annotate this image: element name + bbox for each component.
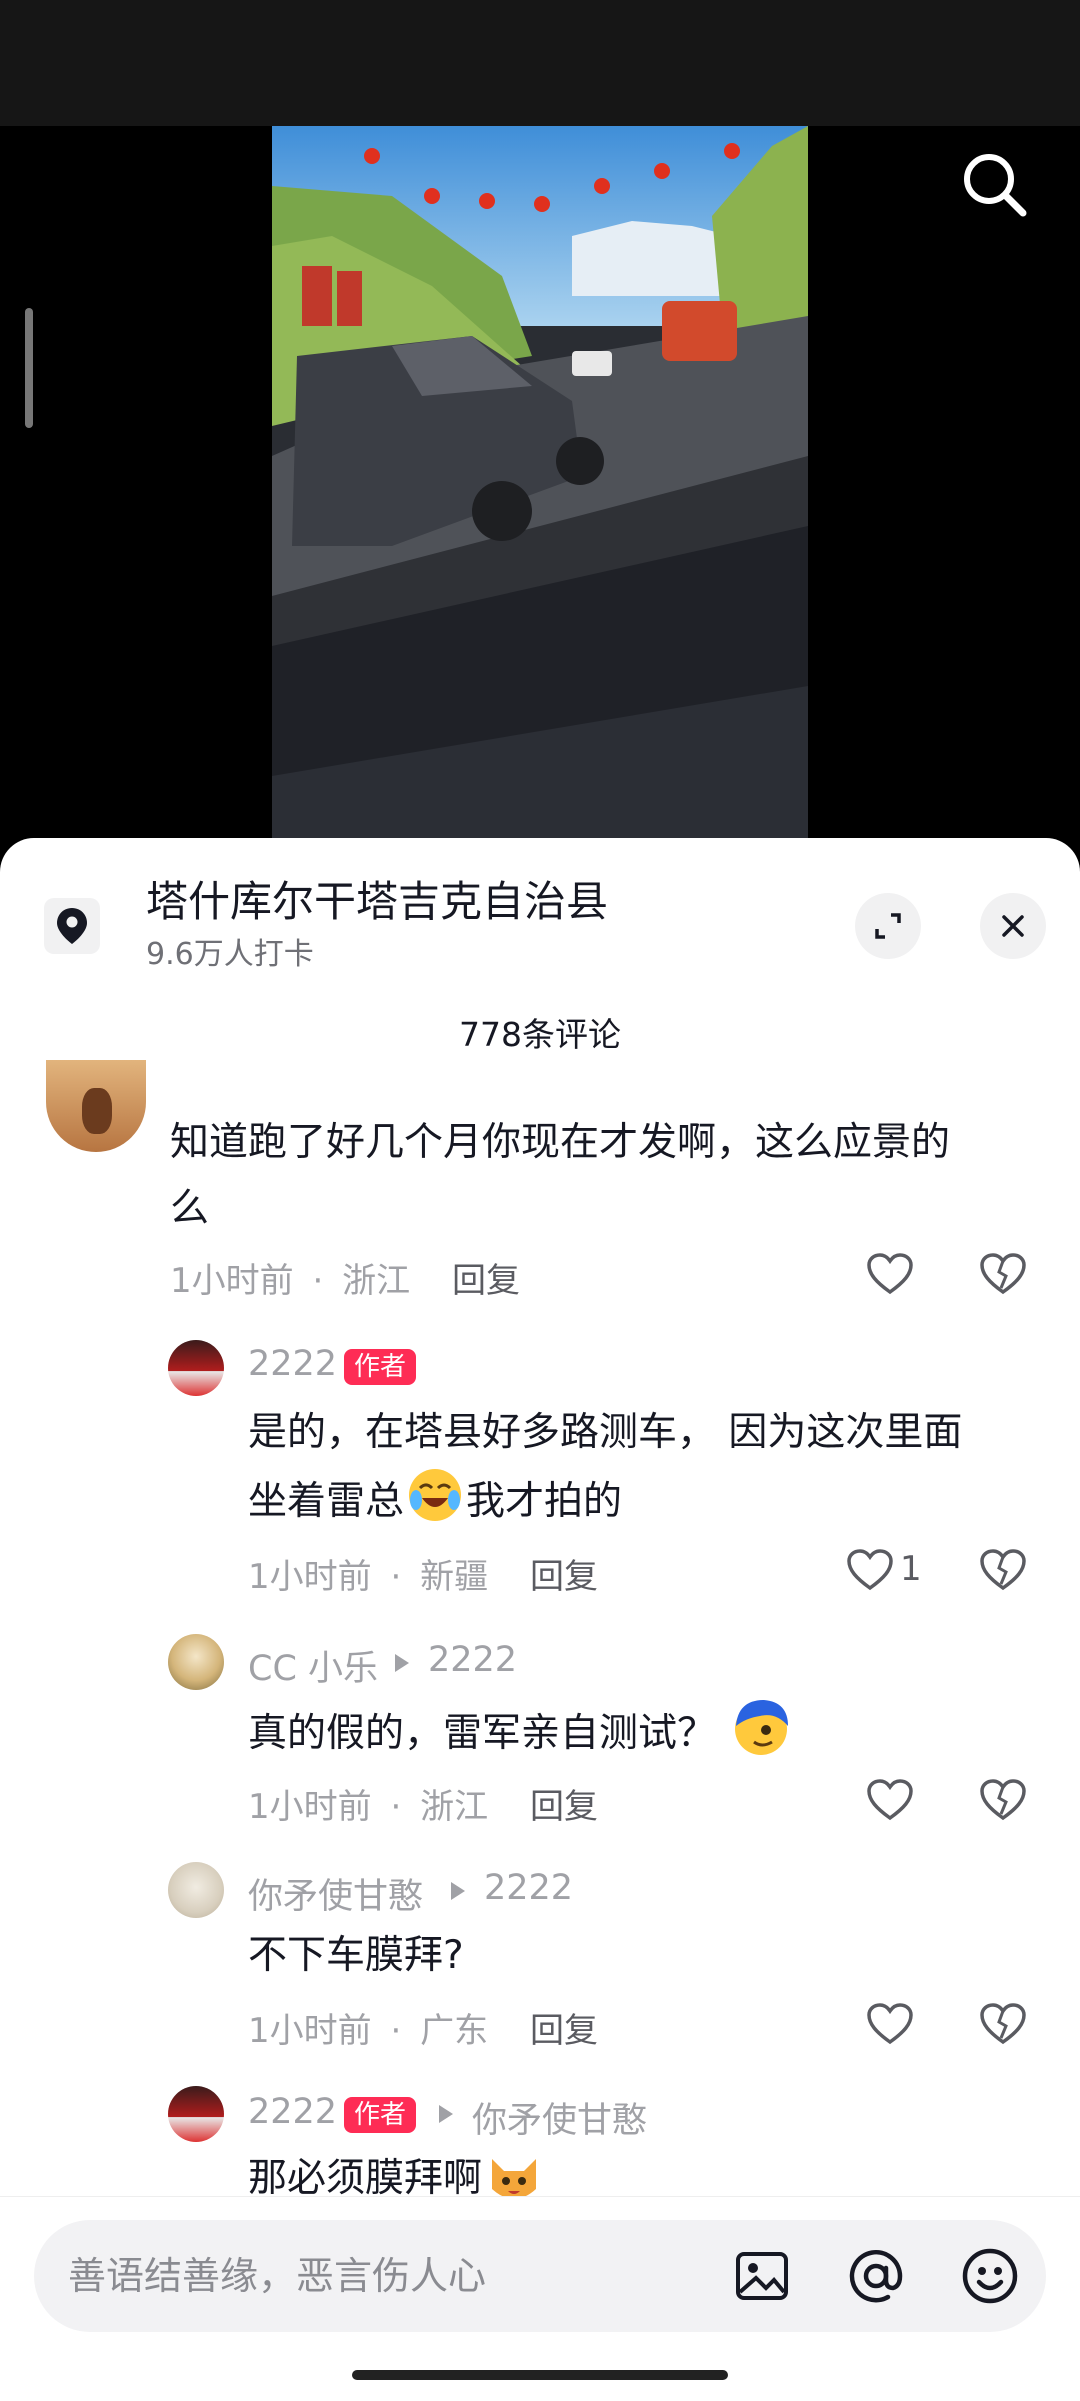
- comment-meta: 1小时前 · 浙江: [170, 1253, 410, 1302]
- reply-text-part: 真的假的，雷军亲自测试？: [248, 1711, 717, 1756]
- reply-author-name[interactable]: CC 小乐: [248, 1640, 378, 1691]
- location-checkins: 9.6万人打卡: [146, 937, 314, 972]
- comment-text: 知道跑了好几个月你现在才发啊，这么应景的: [170, 1120, 951, 1165]
- reply-author-name[interactable]: 2222: [248, 1344, 337, 1384]
- video-player[interactable]: [272, 126, 808, 844]
- broken-heart-icon: [980, 1253, 1026, 1295]
- reply-button[interactable]: 回复: [452, 1253, 520, 1302]
- reply-to-name[interactable]: 2222: [428, 1640, 517, 1680]
- close-icon: [1002, 915, 1024, 937]
- reply-region: 浙江: [420, 1787, 489, 1827]
- blue-hair-emoji-icon: [730, 1696, 792, 1758]
- comment-region: 浙江: [342, 1261, 411, 1301]
- side-drag-handle[interactable]: [25, 308, 33, 428]
- avatar[interactable]: [168, 2086, 224, 2142]
- comment-input-placeholder[interactable]: 善语结善缘，恶言伤人心: [68, 2249, 486, 2303]
- heart-icon: [847, 1549, 893, 1591]
- dislike-button[interactable]: [979, 2002, 1027, 2050]
- image-icon: [736, 2252, 788, 2300]
- broken-heart-icon: [980, 1549, 1026, 1591]
- close-button[interactable]: [980, 893, 1046, 959]
- reply-region: 新疆: [420, 1557, 489, 1597]
- reply-text: 不下车膜拜?: [248, 1933, 464, 1978]
- reply-text-part: 坐着雷总: [248, 1479, 405, 1524]
- reply-text-part: 那必须膜拜啊: [248, 2156, 483, 2201]
- reply-to-name[interactable]: 你矛使甘憨: [472, 2092, 647, 2143]
- meta-separator: ·: [312, 1261, 324, 1301]
- dislike-button[interactable]: [979, 1252, 1027, 1300]
- at-sign-icon: [849, 2249, 903, 2303]
- like-button[interactable]: [866, 2002, 914, 2050]
- avatar[interactable]: [168, 1634, 224, 1690]
- like-count: 1: [900, 1549, 922, 1589]
- reply-text: 真的假的，雷军亲自测试？: [248, 1696, 792, 1767]
- heart-icon: [867, 1779, 913, 1821]
- like-button[interactable]: [866, 1252, 914, 1300]
- location-pin-icon: [57, 908, 87, 944]
- video-frame-illustration: [272, 126, 808, 844]
- reply-button[interactable]: 回复: [530, 1779, 598, 1828]
- dislike-button[interactable]: [979, 1778, 1027, 1826]
- crying-laughing-emoji-icon: [406, 1466, 464, 1524]
- meta-separator: ·: [390, 2011, 402, 2051]
- reply-text: 是的，在塔县好多路测车， 因为这次里面: [248, 1410, 963, 1455]
- heart-icon: [867, 2003, 913, 2045]
- expand-button[interactable]: [855, 893, 921, 959]
- cat-emoji-icon: [484, 2149, 544, 2199]
- reply-arrow-icon: [392, 1652, 412, 1678]
- author-badge: 作者: [344, 1349, 417, 1385]
- reply-button[interactable]: 回复: [530, 2003, 598, 2052]
- comment-time: 1小时前: [170, 1261, 294, 1301]
- location-title[interactable]: 塔什库尔干塔吉克自治县: [146, 872, 608, 932]
- reply-meta: 1小时前 · 广东: [248, 2003, 488, 2052]
- reply-time: 1小时前: [248, 2011, 372, 2051]
- like-button[interactable]: [846, 1548, 894, 1596]
- broken-heart-icon: [980, 2003, 1026, 2045]
- home-indicator[interactable]: [352, 2370, 728, 2380]
- search-icon: [964, 154, 1027, 217]
- search-button[interactable]: [955, 145, 1035, 225]
- reply-region: 广东: [420, 2011, 489, 2051]
- meta-separator: ·: [390, 1557, 402, 1597]
- like-button[interactable]: [866, 1778, 914, 1826]
- reply-time: 1小时前: [248, 1557, 372, 1597]
- broken-heart-icon: [980, 1779, 1026, 1821]
- reply-arrow-icon: [448, 1880, 468, 1906]
- comments-count: 778条评论: [459, 1015, 621, 1054]
- author-badge: 作者: [344, 2097, 417, 2133]
- reply-text-part: 我才拍的: [466, 1479, 623, 1524]
- heart-icon: [867, 1253, 913, 1295]
- avatar[interactable]: [168, 1862, 224, 1918]
- emoji-button[interactable]: [960, 2246, 1020, 2310]
- status-bar-area: [0, 0, 1080, 126]
- image-button[interactable]: [732, 2246, 792, 2310]
- mention-button[interactable]: [846, 2246, 906, 2310]
- dislike-button[interactable]: [979, 1548, 1027, 1596]
- meta-separator: ·: [390, 1787, 402, 1827]
- location-badge[interactable]: [44, 898, 100, 954]
- reply-author-name[interactable]: 2222: [248, 2092, 337, 2132]
- reply-meta: 1小时前 · 浙江: [248, 1779, 488, 1828]
- expand-icon: [875, 913, 901, 939]
- comment-text-continued: 么: [170, 1186, 210, 1231]
- reply-button[interactable]: 回复: [530, 1549, 598, 1598]
- reply-to-name[interactable]: 2222: [484, 1868, 573, 1908]
- reply-text-continued: 坐着雷总 我才拍的: [248, 1466, 622, 1535]
- reply-time: 1小时前: [248, 1787, 372, 1827]
- reply-meta: 1小时前 · 新疆: [248, 1549, 488, 1598]
- avatar[interactable]: [168, 1340, 224, 1396]
- reply-arrow-icon: [436, 2103, 456, 2129]
- reply-author-name[interactable]: 你矛使甘憨: [248, 1868, 423, 1919]
- smiley-face-icon: [962, 2248, 1018, 2304]
